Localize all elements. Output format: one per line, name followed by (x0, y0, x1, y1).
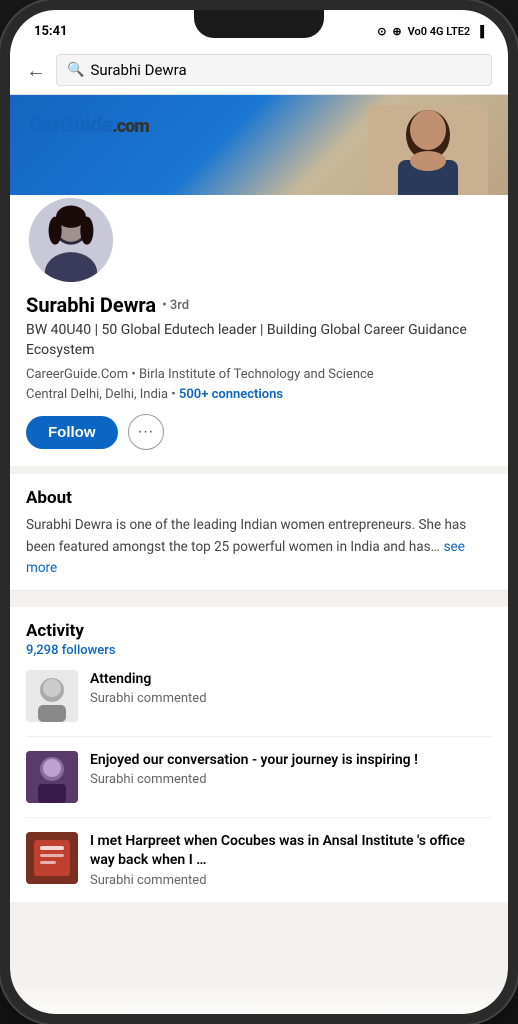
logo-guide: Guide (59, 113, 112, 138)
battery-icon: ▐ (476, 25, 484, 38)
status-icons: ⊙ ⊕ Vo0 4G LTE2 ▐ (377, 25, 484, 38)
activity-item-1[interactable]: Attending Surabhi commented (26, 670, 492, 737)
action-buttons: Follow ··· (26, 414, 492, 450)
profile-section: Surabhi Dewra • 3rd BW 40U40 | 50 Global… (10, 195, 508, 466)
activity-sub-1: Surabhi commented (90, 691, 207, 706)
activity-item-3[interactable]: I met Harpreet when Cocubes was in Ansal… (26, 832, 492, 888)
activity-thumb-2 (26, 751, 78, 803)
logo-text-part1: Car (28, 113, 59, 138)
about-title: About (26, 488, 492, 508)
avatar-image (29, 195, 113, 285)
activity-title: Activity (26, 621, 492, 641)
more-options-button[interactable]: ··· (128, 414, 164, 450)
harpreet-thumb-image (26, 832, 78, 884)
logo-dotcom: .com (112, 116, 148, 137)
phone-frame: 15:41 ⊙ ⊕ Vo0 4G LTE2 ▐ ← 🔍 Surabhi Dewr… (0, 0, 518, 1024)
instagram-icon: ⊙ (377, 25, 386, 38)
signal-text: Vo0 4G LTE2 (408, 25, 471, 38)
activity-content-1: Attending Surabhi commented (90, 670, 207, 707)
profile-headline: BW 40U40 | 50 Global Edutech leader | Bu… (26, 321, 492, 360)
banner-logo: CarGuide.com (28, 113, 149, 138)
activity-thumb-1 (26, 670, 78, 722)
profile-name: Surabhi Dewra (26, 293, 156, 317)
separator: • (171, 387, 179, 402)
camera-icon: ⊕ (392, 25, 401, 38)
profile-location: Central Delhi, Delhi, India • 500+ conne… (26, 387, 492, 402)
followers-count: 9,298 followers (26, 643, 492, 658)
thumb-bg-harpreet (26, 832, 78, 884)
phone-screen: 15:41 ⊙ ⊕ Vo0 4G LTE2 ▐ ← 🔍 Surabhi Dewr… (10, 10, 508, 1014)
about-text: Surabhi Dewra is one of the leading Indi… (26, 517, 466, 554)
back-button[interactable]: ← (26, 58, 46, 83)
thumb-bg-conversation (26, 751, 78, 803)
attending-thumb-image (26, 670, 78, 722)
activity-sub-3: Surabhi commented (90, 873, 492, 888)
profile-name-row: Surabhi Dewra • 3rd (26, 293, 492, 317)
avatar-container (26, 195, 492, 285)
search-bar: ← 🔍 Surabhi Dewra (10, 46, 508, 95)
activity-headline-1: Attending (90, 670, 207, 690)
section-divider-2 (10, 591, 508, 599)
conversation-thumb-image (26, 751, 78, 803)
main-content: ← 🔍 Surabhi Dewra CarGuide.com (10, 46, 508, 1014)
notch (194, 10, 324, 38)
search-input-container[interactable]: 🔍 Surabhi Dewra (56, 54, 492, 86)
about-section: About Surabhi Dewra is one of the leadin… (10, 474, 508, 591)
activity-section: Activity 9,298 followers (10, 607, 508, 902)
status-time: 15:41 (34, 24, 68, 39)
activity-headline-2: Enjoyed our conversation - your journey … (90, 751, 418, 771)
section-divider-1 (10, 466, 508, 474)
activity-thumb-3 (26, 832, 78, 884)
connection-degree: • 3rd (162, 298, 189, 313)
connections-count: 500+ connections (179, 387, 283, 402)
follow-button[interactable]: Follow (26, 416, 118, 449)
activity-sub-2: Surabhi commented (90, 772, 418, 787)
activity-item-2[interactable]: Enjoyed our conversation - your journey … (26, 751, 492, 818)
location-text: Central Delhi, Delhi, India (26, 387, 168, 402)
activity-content-2: Enjoyed our conversation - your journey … (90, 751, 418, 788)
avatar (26, 195, 116, 285)
activity-content-3: I met Harpreet when Cocubes was in Ansal… (90, 832, 492, 888)
thumb-bg-attending (26, 670, 78, 722)
profile-company: CareerGuide.Com • Birla Institute of Tec… (26, 366, 492, 384)
activity-headline-3: I met Harpreet when Cocubes was in Ansal… (90, 832, 492, 871)
search-input[interactable]: Surabhi Dewra (90, 61, 186, 79)
search-icon: 🔍 (67, 62, 84, 78)
